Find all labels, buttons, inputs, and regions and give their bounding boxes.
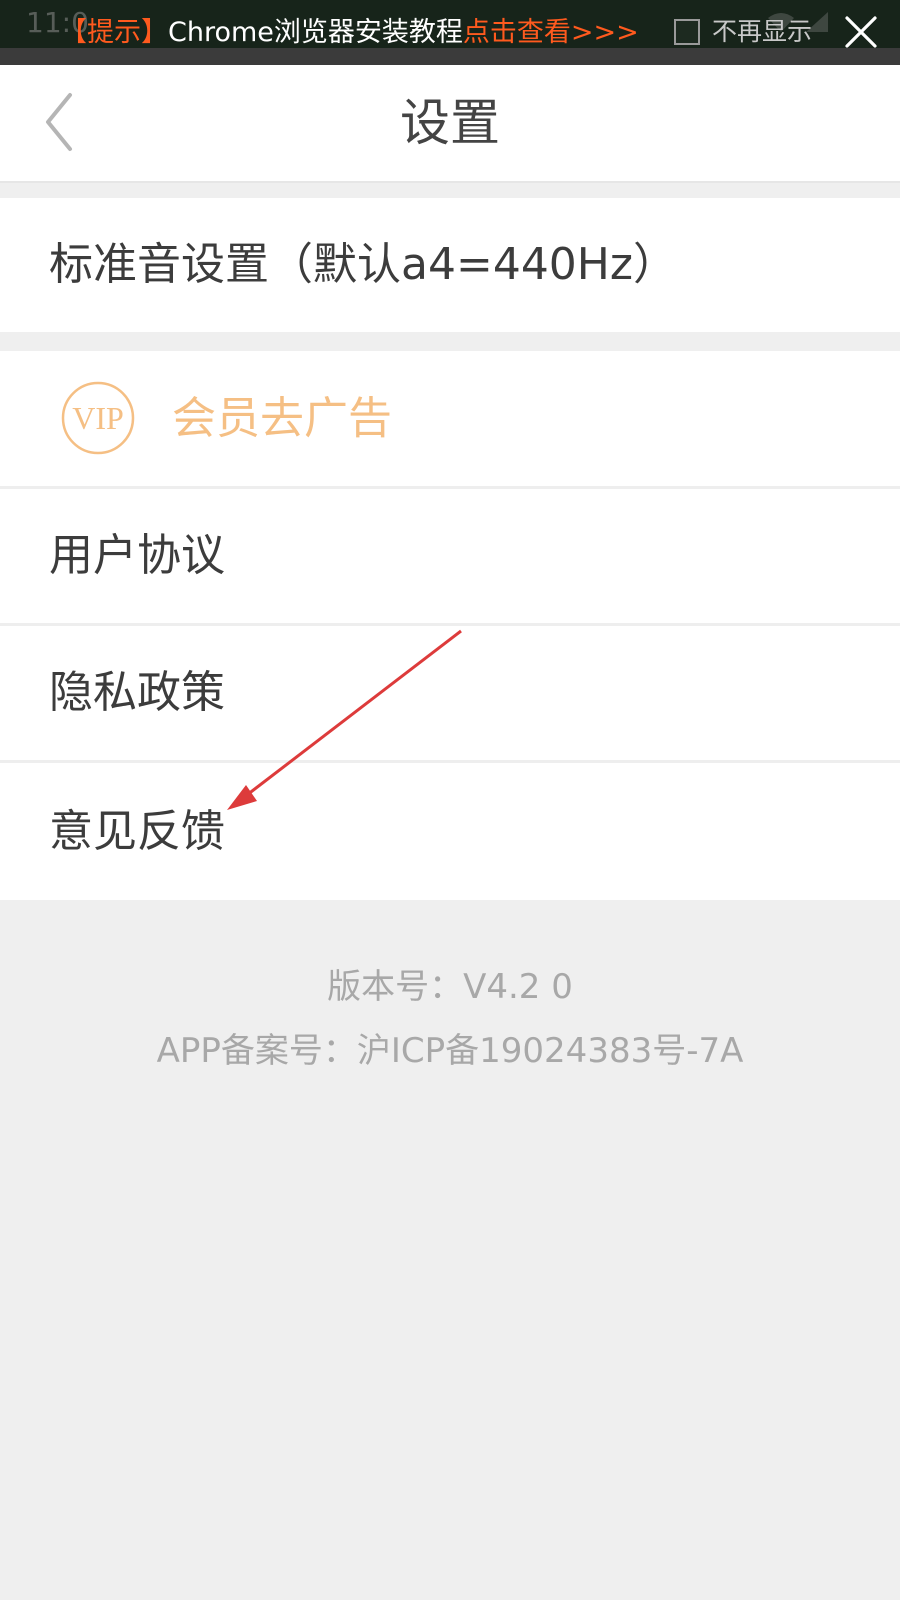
standard-pitch-label: 标准音设置（默认a4=440Hz） (49, 239, 677, 290)
user-agreement-label: 用户协议 (49, 530, 225, 581)
version-text: 版本号：V4.2 0 (327, 967, 573, 1007)
settings-screen: 11:0 【提示】Chrome浏览器安装教程点击查看>>> 不再显示 设置 标准… (0, 0, 900, 1600)
standard-pitch-setting[interactable]: 标准音设置（默认a4=440Hz） (0, 198, 900, 332)
banner-message[interactable]: 【提示】Chrome浏览器安装教程点击查看>>> (60, 14, 639, 52)
banner-text: Chrome浏览器安装教程 (168, 17, 463, 48)
page-title: 设置 (400, 94, 500, 152)
privacy-policy-label: 隐私政策 (49, 667, 225, 718)
nav-bar: 设置 (0, 65, 900, 183)
banner-link[interactable]: 点击查看>>> (463, 17, 639, 48)
privacy-policy-item[interactable]: 隐私政策 (0, 626, 900, 763)
vip-icon: VIP (61, 381, 135, 455)
app-info: 版本号：V4.2 0 APP备案号：沪ICP备19024383号-7A (0, 955, 900, 1083)
vip-label: 会员去广告 (172, 393, 392, 444)
user-agreement-item[interactable]: 用户协议 (0, 489, 900, 626)
feedback-item[interactable]: 意见反馈 (0, 763, 900, 900)
close-icon[interactable] (843, 14, 879, 50)
vip-remove-ads-item[interactable]: VIP 会员去广告 (0, 351, 900, 489)
vip-badge-text: VIP (72, 400, 124, 436)
dont-show-label[interactable]: 不再显示 (712, 14, 812, 50)
feedback-label: 意见反馈 (49, 806, 225, 857)
icp-text: APP备案号：沪ICP备19024383号-7A (156, 1031, 744, 1071)
tip-banner: 11:0 【提示】Chrome浏览器安装教程点击查看>>> 不再显示 (0, 0, 900, 65)
chevron-left-icon[interactable] (40, 87, 84, 157)
dont-show-checkbox[interactable] (674, 19, 700, 45)
banner-tag: 【提示】 (60, 17, 168, 48)
